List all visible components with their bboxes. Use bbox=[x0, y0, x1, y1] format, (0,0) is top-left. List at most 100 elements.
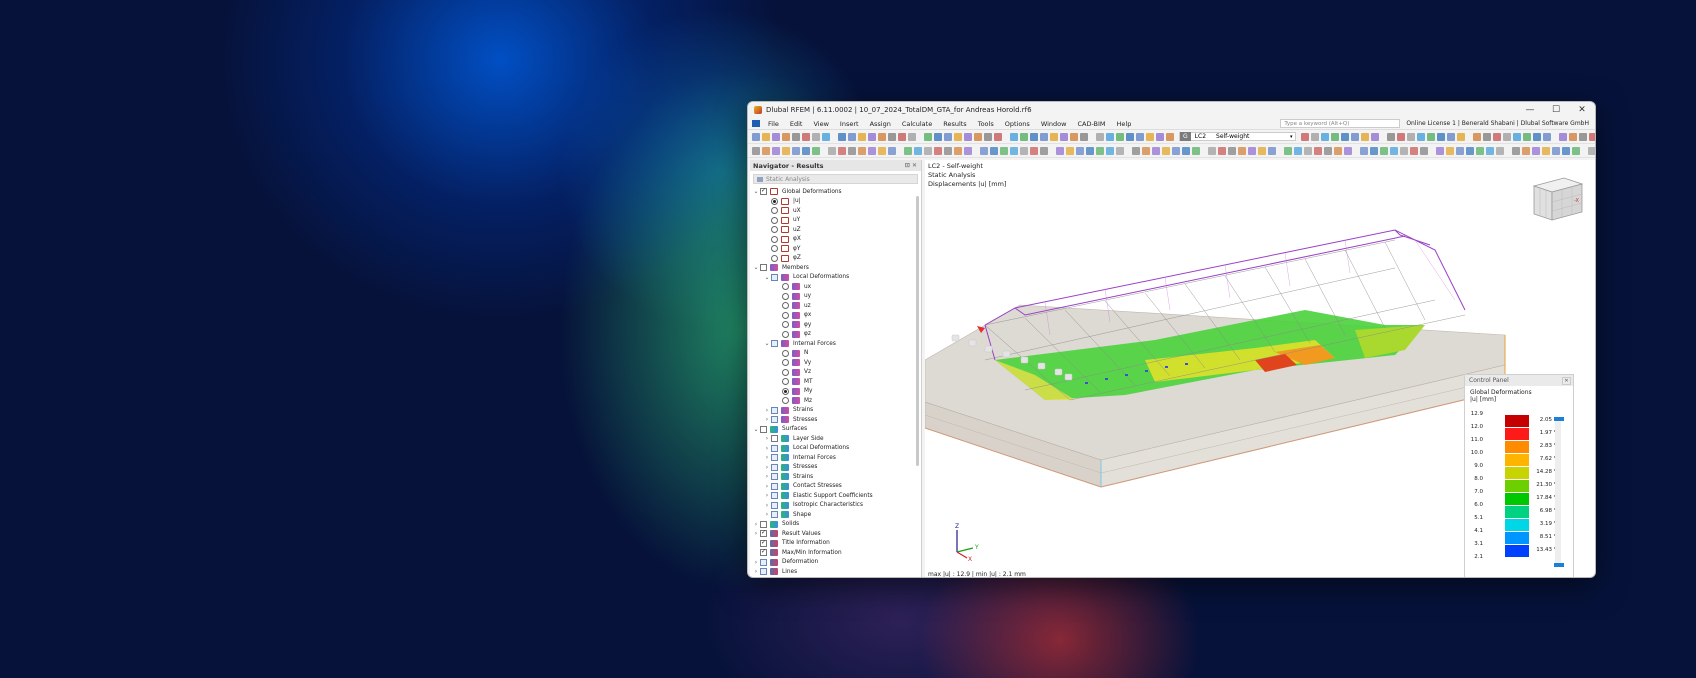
tree-item[interactable]: › Local Deformations bbox=[750, 444, 921, 454]
toolbar-button-icon[interactable] bbox=[828, 146, 836, 155]
toolbar-button-icon[interactable] bbox=[1330, 132, 1339, 141]
result-radio[interactable] bbox=[771, 254, 778, 262]
toolbar-button-icon[interactable] bbox=[1492, 132, 1501, 141]
chevron-right-icon[interactable]: › bbox=[763, 454, 771, 461]
menu-tools[interactable]: Tools bbox=[978, 120, 994, 128]
result-radio[interactable] bbox=[771, 235, 778, 243]
toolbar-button-icon[interactable] bbox=[1416, 132, 1425, 141]
menu-options[interactable]: Options bbox=[1005, 120, 1030, 128]
tree-item[interactable]: › Stresses bbox=[750, 463, 921, 473]
result-radio[interactable] bbox=[782, 311, 789, 319]
toolbar-button-icon[interactable] bbox=[1562, 146, 1570, 155]
toolbar-button-icon[interactable] bbox=[1284, 146, 1292, 155]
toolbar-button-icon[interactable] bbox=[1010, 132, 1018, 141]
toolbar-button-icon[interactable] bbox=[1310, 132, 1319, 141]
toolbar-button-icon[interactable] bbox=[1482, 132, 1491, 141]
toolbar-button-icon[interactable] bbox=[1096, 132, 1104, 141]
toolbar-button-icon[interactable] bbox=[1218, 146, 1226, 155]
toolbar-button-icon[interactable] bbox=[1096, 146, 1104, 155]
result-radio[interactable] bbox=[782, 368, 789, 376]
tree-item[interactable]: › Internal Forces bbox=[750, 453, 921, 463]
toolbar-button-icon[interactable] bbox=[838, 146, 846, 155]
tree-item[interactable]: Vy bbox=[750, 358, 921, 368]
toolbar-button-icon[interactable] bbox=[1360, 132, 1369, 141]
toolbar-button-icon[interactable] bbox=[1472, 132, 1481, 141]
result-radio[interactable] bbox=[782, 349, 789, 357]
toolbar-button-icon[interactable] bbox=[1056, 146, 1064, 155]
tree-item[interactable]: Max/Min Information bbox=[750, 548, 921, 558]
menu-view[interactable]: View bbox=[813, 120, 828, 128]
toolbar-button-icon[interactable] bbox=[878, 132, 886, 141]
toolbar-button-icon[interactable] bbox=[1000, 146, 1008, 155]
toolbar-button-icon[interactable] bbox=[838, 132, 846, 141]
toolbar-button-icon[interactable] bbox=[1010, 146, 1018, 155]
toolbar-button-icon[interactable] bbox=[1400, 146, 1408, 155]
toolbar-button-icon[interactable] bbox=[1142, 146, 1150, 155]
result-radio[interactable] bbox=[782, 302, 789, 310]
toolbar-button-icon[interactable] bbox=[1456, 132, 1465, 141]
toolbar-button-icon[interactable] bbox=[904, 146, 912, 155]
chevron-right-icon[interactable]: › bbox=[752, 559, 760, 566]
chevron-right-icon[interactable]: › bbox=[763, 416, 771, 423]
chevron-down-icon[interactable]: ⌄ bbox=[752, 188, 760, 195]
visibility-checkbox[interactable] bbox=[771, 340, 778, 348]
tree-item[interactable]: MT bbox=[750, 377, 921, 387]
close-button[interactable]: ✕ bbox=[1569, 105, 1595, 115]
toolbar-button-icon[interactable] bbox=[1532, 132, 1541, 141]
toolbar-button-icon[interactable] bbox=[1156, 132, 1164, 141]
visibility-checkbox[interactable] bbox=[771, 501, 778, 509]
tree-item[interactable]: φX bbox=[750, 235, 921, 245]
visibility-checkbox[interactable] bbox=[771, 482, 778, 490]
toolbar-button-icon[interactable] bbox=[782, 132, 790, 141]
tree-item[interactable]: My bbox=[750, 387, 921, 397]
toolbar-button-icon[interactable] bbox=[1502, 132, 1511, 141]
menu-assign[interactable]: Assign bbox=[870, 120, 891, 128]
toolbar-button-icon[interactable] bbox=[1324, 146, 1332, 155]
toolbar-button-icon[interactable] bbox=[1552, 146, 1560, 155]
toolbar-button-icon[interactable] bbox=[944, 132, 952, 141]
toolbar-button-icon[interactable] bbox=[1126, 132, 1134, 141]
toolbar-button-icon[interactable] bbox=[1436, 146, 1444, 155]
tree-item[interactable]: uz bbox=[750, 301, 921, 311]
toolbar-button-icon[interactable] bbox=[1386, 132, 1395, 141]
toolbar-button-icon[interactable] bbox=[1512, 132, 1521, 141]
toolbar-button-icon[interactable] bbox=[924, 132, 932, 141]
toolbar-button-icon[interactable] bbox=[994, 132, 1002, 141]
toolbar-button-icon[interactable] bbox=[1512, 146, 1520, 155]
toolbar-button-icon[interactable] bbox=[908, 132, 916, 141]
toolbar-button-icon[interactable] bbox=[858, 146, 866, 155]
tree-item[interactable]: › Layer Side bbox=[750, 434, 921, 444]
visibility-checkbox[interactable] bbox=[771, 273, 778, 281]
toolbar-button-icon[interactable] bbox=[1070, 132, 1078, 141]
slider-max-handle[interactable] bbox=[1554, 417, 1564, 421]
tree-item[interactable]: φZ bbox=[750, 254, 921, 264]
chevron-right-icon[interactable]: › bbox=[763, 511, 771, 518]
tree-item[interactable]: |u| bbox=[750, 197, 921, 207]
minimize-button[interactable]: — bbox=[1517, 105, 1543, 115]
toolbar-button-icon[interactable] bbox=[752, 146, 760, 155]
result-radio[interactable] bbox=[782, 359, 789, 367]
toolbar-button-icon[interactable] bbox=[1588, 132, 1595, 141]
tree-item[interactable]: › Contact Stresses bbox=[750, 482, 921, 492]
toolbar-button-icon[interactable] bbox=[1166, 132, 1174, 141]
toolbar-button-icon[interactable] bbox=[1340, 132, 1349, 141]
chevron-down-icon[interactable]: ⌄ bbox=[752, 426, 760, 433]
toolbar-button-icon[interactable] bbox=[1228, 146, 1236, 155]
tree-item[interactable]: Title Information bbox=[750, 539, 921, 549]
toolbar-button-icon[interactable] bbox=[1350, 132, 1359, 141]
toolbar-button-icon[interactable] bbox=[1116, 146, 1124, 155]
toolbar-button-icon[interactable] bbox=[1476, 146, 1484, 155]
toolbar-button-icon[interactable] bbox=[792, 146, 800, 155]
toolbar-button-icon[interactable] bbox=[1030, 132, 1038, 141]
toolbar-button-icon[interactable] bbox=[1360, 146, 1368, 155]
toolbar-button-icon[interactable] bbox=[1106, 132, 1114, 141]
toolbar-button-icon[interactable] bbox=[1436, 132, 1445, 141]
pin-close-icons[interactable]: ⊡ ✕ bbox=[905, 162, 921, 169]
toolbar-button-icon[interactable] bbox=[1542, 146, 1550, 155]
chevron-right-icon[interactable]: › bbox=[752, 521, 760, 528]
result-radio[interactable] bbox=[782, 283, 789, 291]
chevron-down-icon[interactable]: ⌄ bbox=[763, 274, 771, 281]
menu-window[interactable]: Window bbox=[1041, 120, 1067, 128]
navigator-scrollbar[interactable] bbox=[916, 196, 919, 466]
toolbar-button-icon[interactable] bbox=[984, 132, 992, 141]
